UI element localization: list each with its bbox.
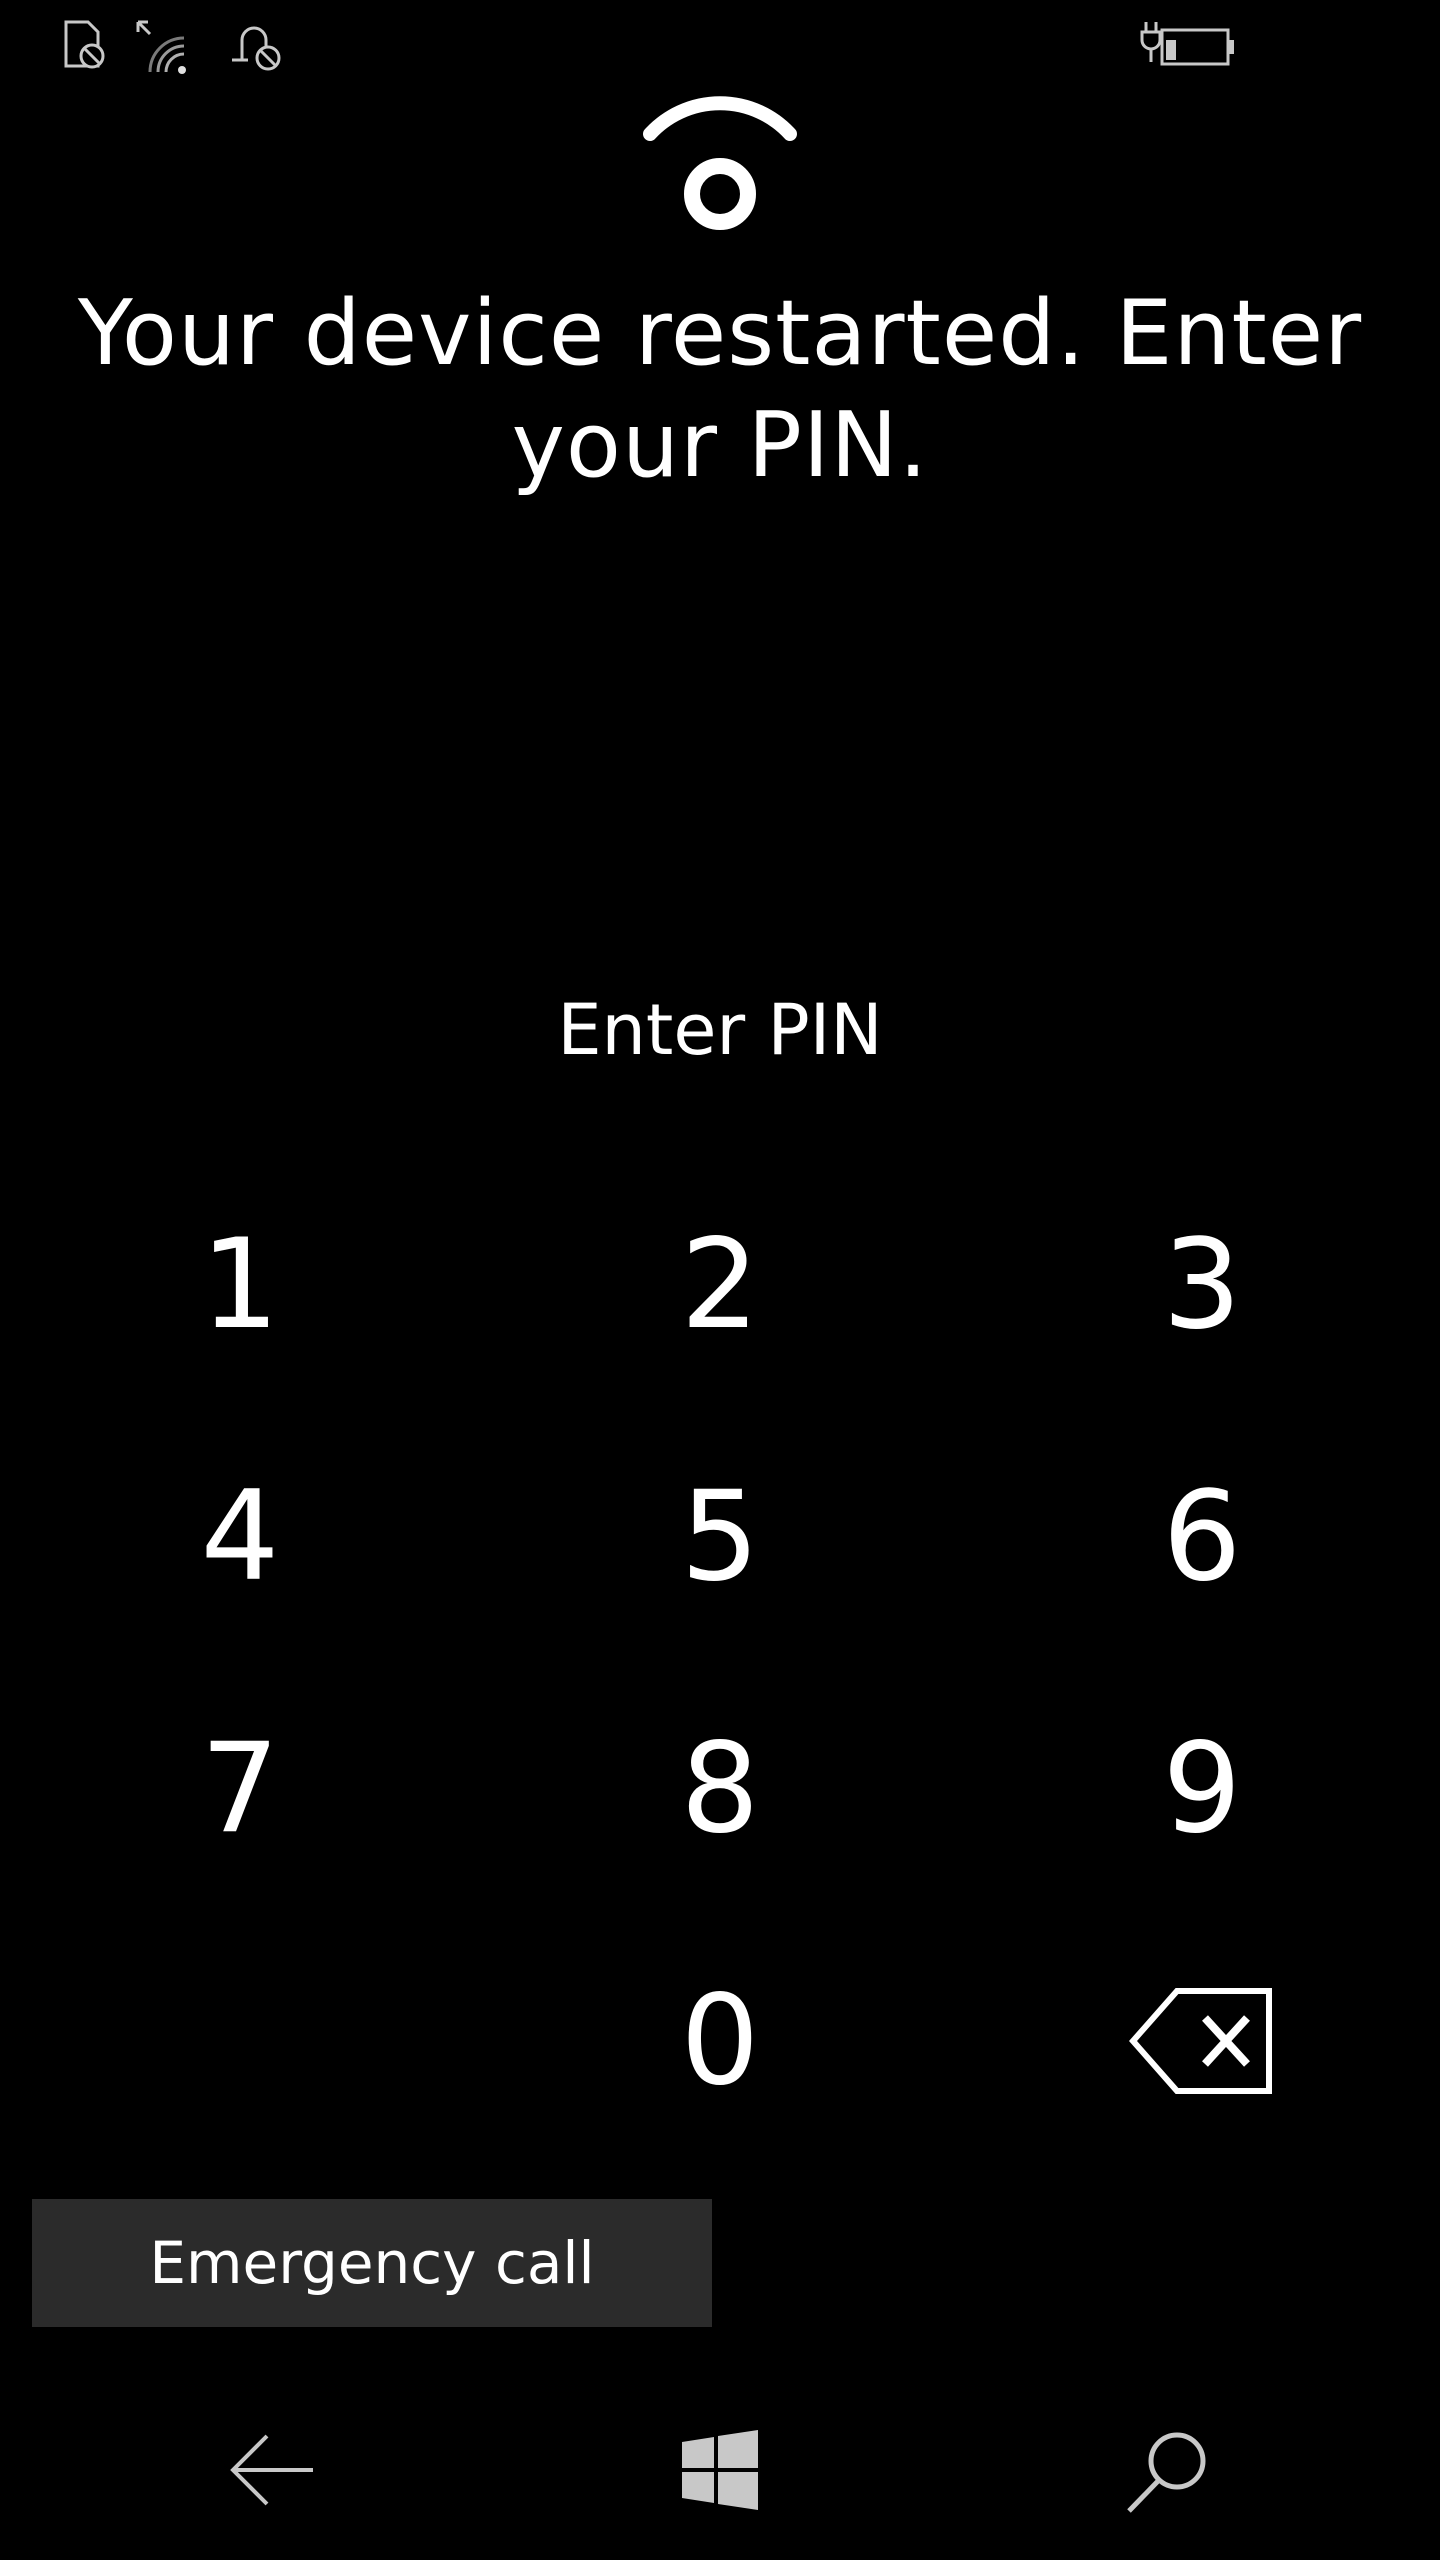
search-button[interactable]	[1048, 2380, 1288, 2560]
key-8[interactable]: 8	[570, 1679, 870, 1899]
battery-charging-icon	[1140, 18, 1240, 76]
key-5[interactable]: 5	[570, 1427, 870, 1647]
windows-start-icon	[682, 2430, 758, 2510]
back-arrow-icon	[230, 2434, 313, 2506]
status-bar	[0, 0, 1440, 90]
key-7[interactable]: 7	[90, 1679, 390, 1899]
start-button[interactable]	[600, 2380, 840, 2560]
wifi-signal-icon	[130, 16, 200, 80]
back-button[interactable]	[152, 2380, 392, 2560]
key-6[interactable]: 6	[1052, 1427, 1352, 1647]
navigation-bar	[0, 2380, 1440, 2560]
key-0[interactable]: 0	[570, 1931, 870, 2151]
alarm-off-icon	[228, 16, 288, 78]
emergency-call-button[interactable]: Emergency call	[32, 2199, 712, 2327]
lock-status-icon	[640, 92, 800, 242]
key-4[interactable]: 4	[90, 1427, 390, 1647]
search-icon	[1127, 2432, 1206, 2513]
key-1[interactable]: 1	[90, 1175, 390, 1395]
key-9[interactable]: 9	[1052, 1679, 1352, 1899]
backspace-button[interactable]	[1052, 1931, 1352, 2151]
restart-message: Your device restarted. Enter your PIN.	[77, 281, 1363, 498]
key-2[interactable]: 2	[570, 1175, 870, 1395]
pin-prompt: Enter PIN	[557, 989, 883, 1071]
sim-blocked-icon	[58, 16, 114, 76]
backspace-icon	[1129, 1988, 1272, 2094]
key-3[interactable]: 3	[1052, 1175, 1352, 1395]
